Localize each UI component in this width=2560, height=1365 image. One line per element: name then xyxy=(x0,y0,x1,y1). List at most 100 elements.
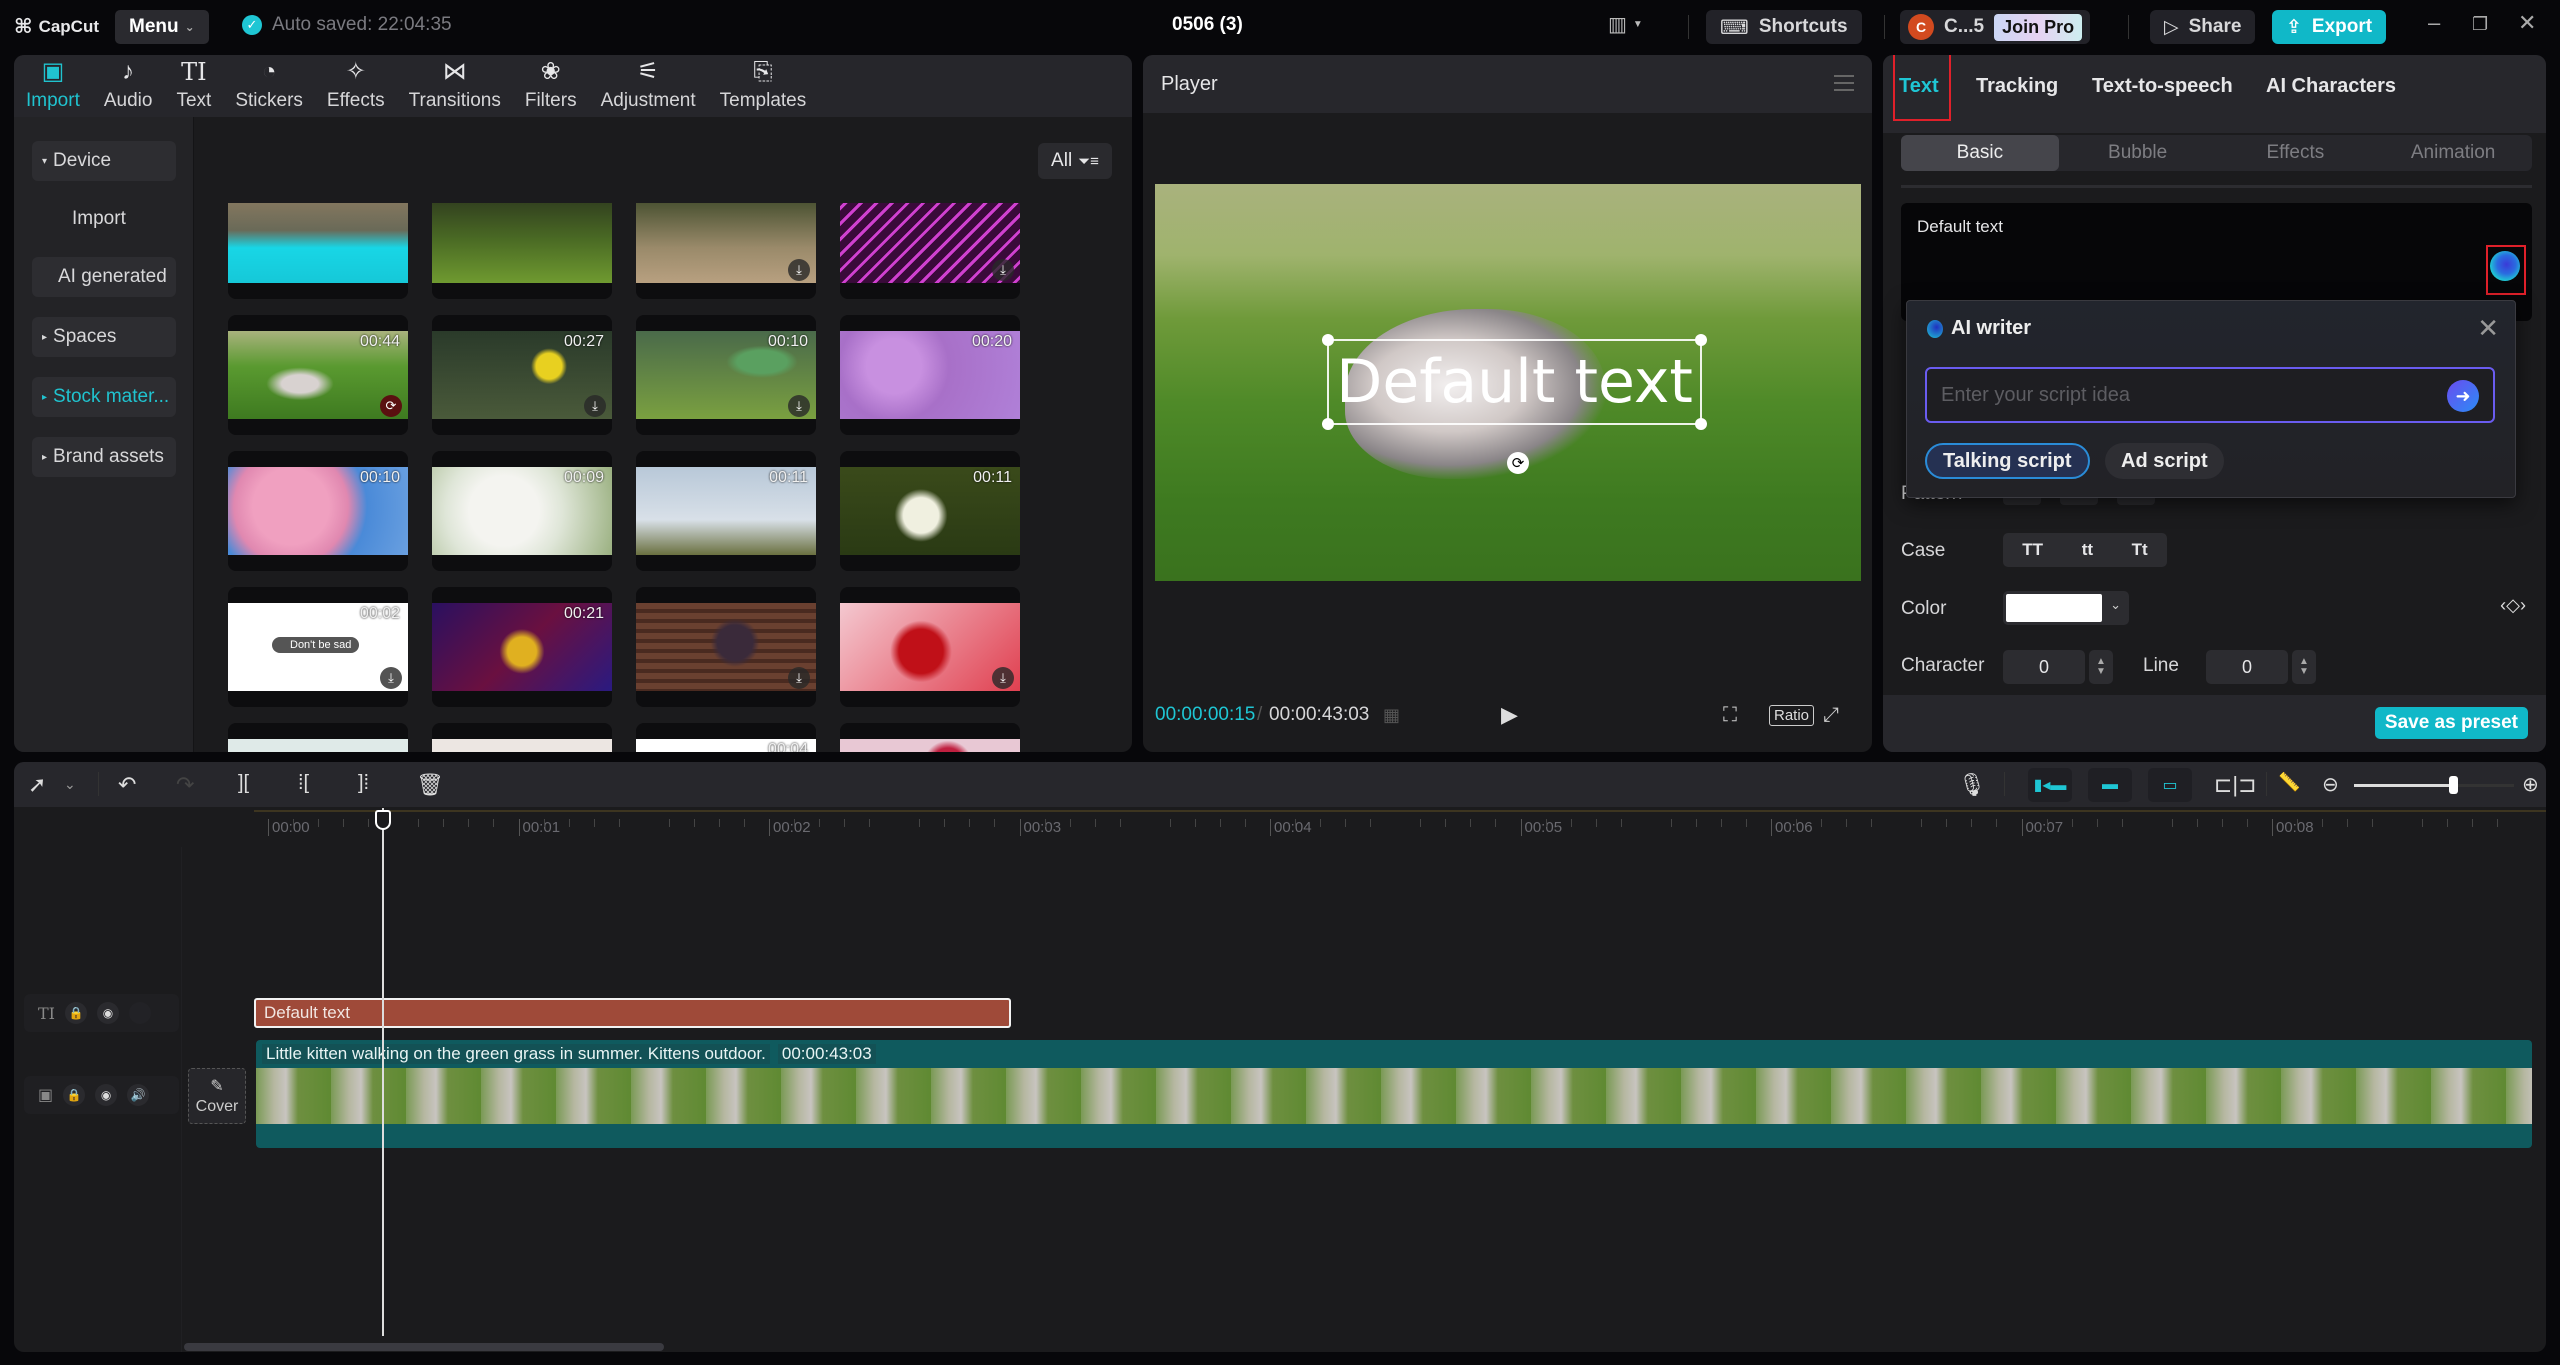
download-icon[interactable]: ⤓ xyxy=(788,395,810,417)
video-preview[interactable]: Default text ⟳ xyxy=(1155,184,1861,581)
zoom-out-icon[interactable]: ⊖ xyxy=(2322,772,2339,797)
cover-button[interactable]: ✎ Cover xyxy=(188,1068,246,1124)
audio-icon[interactable]: 🔊 xyxy=(127,1084,150,1106)
media-thumbnail-neon-heart[interactable]: ⤓ xyxy=(840,203,1020,299)
tool-text[interactable]: TI Text xyxy=(164,55,223,117)
close-icon[interactable]: ✕ xyxy=(2477,313,2499,344)
tool-import[interactable]: ▣ Import xyxy=(14,55,92,117)
ad-script-chip[interactable]: Ad script xyxy=(2105,443,2224,479)
overlay-text[interactable]: Default text xyxy=(1329,341,1700,423)
minimize-button[interactable]: – xyxy=(2428,10,2440,36)
download-icon[interactable]: ⤓ xyxy=(992,259,1014,281)
download-icon[interactable]: ⤓ xyxy=(788,667,810,689)
character-spinner[interactable]: ▲ ▼ xyxy=(2089,650,2113,684)
sidebar-item-spaces[interactable]: ▸ Spaces xyxy=(32,317,176,357)
playhead-handle[interactable] xyxy=(375,810,391,830)
media-thumbnail-red-roses[interactable]: ⤓ xyxy=(840,587,1020,707)
preview-axis-icon[interactable]: ⊏|⊐ xyxy=(2214,772,2257,798)
tab-ai-characters[interactable]: AI Characters xyxy=(2266,75,2396,98)
media-thumbnail-watering-can[interactable]: 00:10 ⤓ xyxy=(636,315,816,435)
split-right-icon[interactable]: ]⁞ xyxy=(358,772,369,795)
delete-icon[interactable]: 🗑 xyxy=(416,772,444,798)
split-icon[interactable]: ][ xyxy=(238,772,249,795)
resize-handle[interactable] xyxy=(1322,418,1334,430)
main-track-magnet-button[interactable]: ▮◂▬ xyxy=(2028,768,2072,802)
tool-templates[interactable]: ⎘ Templates xyxy=(708,55,819,117)
redo-icon[interactable]: ↷ xyxy=(176,772,194,798)
zoom-slider-knob[interactable] xyxy=(2449,776,2459,794)
color-picker[interactable]: ⌄ xyxy=(2003,591,2129,625)
split-left-icon[interactable]: ⁞[ xyxy=(298,772,309,795)
timeline-zoom-slider[interactable] xyxy=(2354,776,2514,794)
download-icon[interactable]: ⤓ xyxy=(380,667,402,689)
media-thumbnail-tulips-on-wood[interactable] xyxy=(432,723,612,752)
media-thumbnail-pink-rose[interactable] xyxy=(228,723,408,752)
fullscreen-icon[interactable]: ⤢ xyxy=(1823,704,1839,727)
hamburger-menu-icon[interactable] xyxy=(1834,75,1854,91)
tool-filters[interactable]: ❀ Filters xyxy=(513,55,589,117)
eye-icon[interactable]: ◉ xyxy=(97,1002,119,1024)
download-icon[interactable]: ⤓ xyxy=(788,259,810,281)
script-idea-input[interactable]: Enter your script idea ➜ xyxy=(1925,367,2495,423)
lock-icon[interactable]: 🔒 xyxy=(65,1002,87,1024)
media-thumbnail-white-flowers[interactable]: 00:11 xyxy=(840,451,1020,571)
lock-icon[interactable]: 🔒 xyxy=(63,1084,86,1106)
tab-text-to-speech[interactable]: Text-to-speech xyxy=(2092,75,2233,98)
save-as-preset-button[interactable]: Save as preset xyxy=(2374,707,2528,739)
tool-audio[interactable]: ♪ Audio xyxy=(92,55,165,117)
zoom-in-icon[interactable]: ⊕ xyxy=(2522,772,2539,797)
media-thumbnail-gift-roses[interactable] xyxy=(840,723,1020,752)
undo-icon[interactable]: ↶ xyxy=(118,772,136,798)
text-selection-box[interactable]: Default text xyxy=(1322,334,1707,430)
case-lower-button[interactable]: tt xyxy=(2082,540,2093,560)
tool-transitions[interactable]: ⋈ Transitions xyxy=(397,55,513,117)
linkage-button[interactable]: ▭ xyxy=(2148,768,2192,802)
sidebar-item-device[interactable]: ▾ Device xyxy=(32,141,176,181)
tool-effects[interactable]: ✧ Effects xyxy=(315,55,397,117)
layout-button[interactable]: ▥ ▼ xyxy=(1608,12,1643,37)
timeline-ruler[interactable]: 00:00 00:01 00:02 00:03 00:04 00:05 00:06 00:07… xyxy=(254,807,2546,847)
join-pro-button[interactable]: Join Pro xyxy=(1994,13,2083,41)
line-spinner[interactable]: ▲ ▼ xyxy=(2292,650,2316,684)
download-icon[interactable]: ⤓ xyxy=(992,667,1014,689)
sidebar-item-stock-mater[interactable]: ▸ Stock mater... xyxy=(32,377,176,417)
line-spacing-input[interactable]: 0 xyxy=(2206,650,2288,684)
ratio-button[interactable]: Ratio xyxy=(1769,704,1815,726)
subtab-bubble[interactable]: Bubble xyxy=(2059,135,2217,171)
export-button[interactable]: ⇪ Export xyxy=(2272,10,2387,44)
zoom-to-fit-icon[interactable]: 📏 xyxy=(2278,772,2300,793)
media-thumbnail-people-on-grass[interactable] xyxy=(432,203,612,299)
playhead-line[interactable] xyxy=(382,808,384,1336)
subtab-animation[interactable]: Animation xyxy=(2374,135,2532,171)
subtab-basic[interactable]: Basic xyxy=(1901,135,2059,171)
filter-all-button[interactable]: All ⏷≡ xyxy=(1038,143,1112,179)
send-arrow-icon[interactable]: ➜ xyxy=(2447,380,2479,412)
zoom-preview-icon[interactable]: ⛶ xyxy=(1723,704,1737,727)
microphone-icon[interactable]: 🎙 xyxy=(1958,772,1986,798)
close-window-button[interactable]: ✕ xyxy=(2518,10,2536,36)
tool-stickers[interactable]: ◔ Stickers xyxy=(223,55,315,117)
tool-adjustment[interactable]: ⚟ Adjustment xyxy=(589,55,708,117)
play-button[interactable]: ▶ xyxy=(1501,702,1518,728)
shortcuts-button[interactable]: ⌨ Shortcuts xyxy=(1706,10,1862,44)
media-thumbnail-white-blossom[interactable]: 00:09 xyxy=(432,451,612,571)
media-thumbnail-motocross-jump[interactable]: 00:11 xyxy=(636,451,816,571)
media-thumbnail-pink-blossom[interactable]: 00:10 xyxy=(228,451,408,571)
chevron-down-icon[interactable]: ⌄ xyxy=(64,776,76,793)
media-thumbnail-happy-new-year[interactable]: 00:21 xyxy=(432,587,612,707)
media-thumbnail-daffodils[interactable]: 00:27 ⤓ xyxy=(432,315,612,435)
restore-button[interactable]: ❐ xyxy=(2472,14,2488,35)
select-cursor-icon[interactable]: ➚ xyxy=(28,772,46,798)
text-clip[interactable]: Default text xyxy=(254,998,1011,1028)
media-thumbnail-rocky-trail[interactable]: ⤓ xyxy=(636,203,816,299)
media-thumbnail-kitten-on-grass[interactable]: 00:44 ⟳ xyxy=(228,315,408,435)
share-button[interactable]: ▷ Share xyxy=(2150,10,2256,44)
sidebar-item-import[interactable]: Import xyxy=(32,199,176,239)
resize-handle[interactable] xyxy=(1322,334,1334,346)
case-title-button[interactable]: Tt xyxy=(2132,540,2148,560)
auto-snapping-button[interactable]: ▬ xyxy=(2088,768,2132,802)
timeline-horizontal-scrollbar[interactable] xyxy=(184,1343,664,1351)
sidebar-item-ai-generated[interactable]: AI generated xyxy=(32,257,176,297)
subtab-effects[interactable]: Effects xyxy=(2217,135,2375,171)
resize-handle[interactable] xyxy=(1695,418,1707,430)
